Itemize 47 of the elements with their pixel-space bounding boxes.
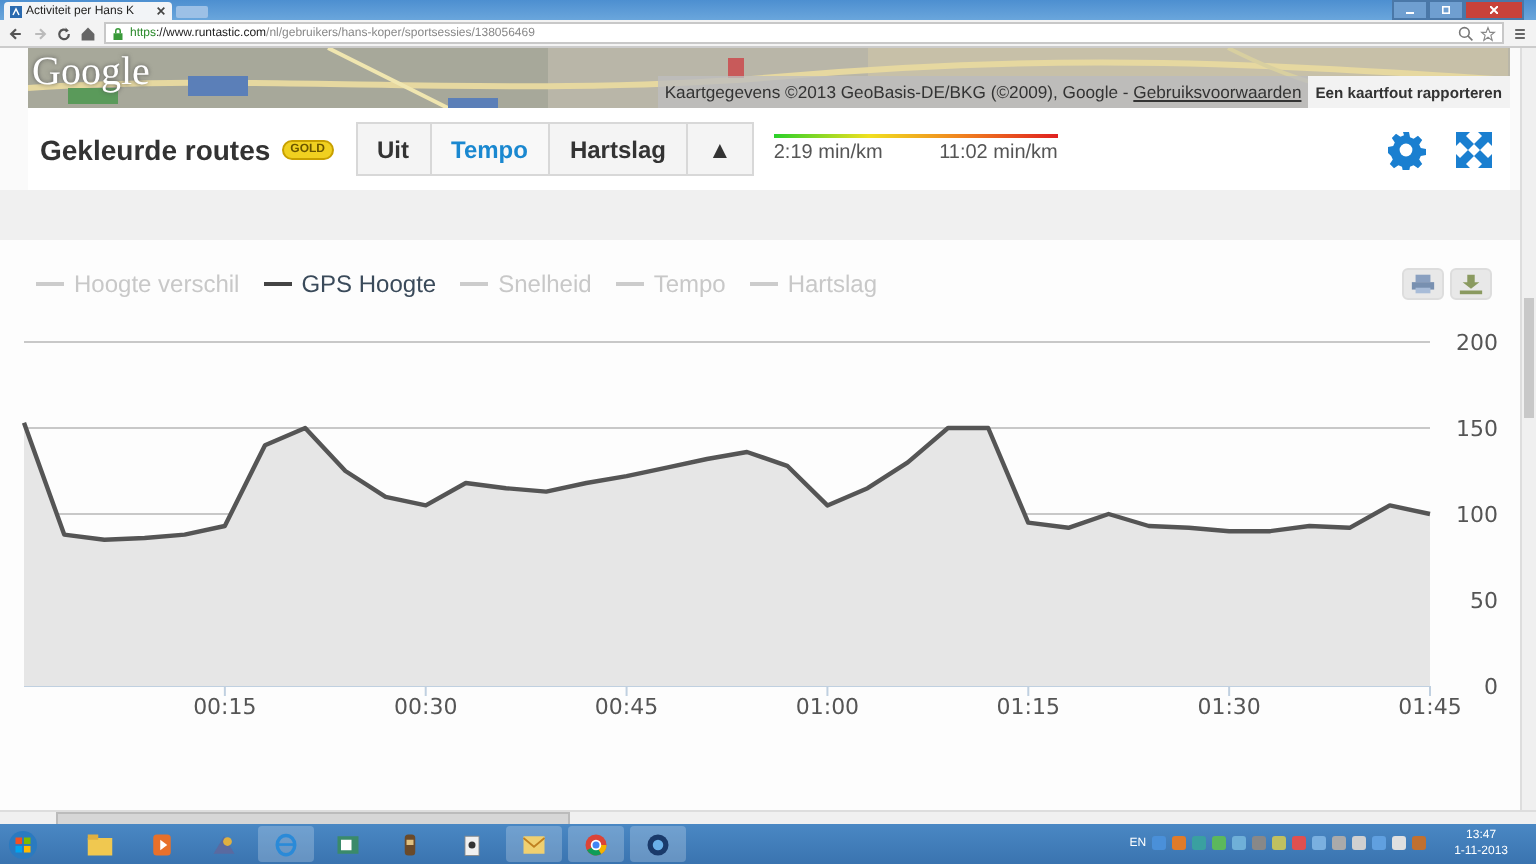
- download-button[interactable]: [1450, 268, 1492, 300]
- route-color-tab[interactable]: ▲: [685, 122, 754, 176]
- y-tick-label: 200: [1456, 330, 1498, 356]
- chrome-icon[interactable]: [568, 826, 624, 862]
- horizontal-scrollbar[interactable]: [0, 810, 1536, 824]
- reload-icon[interactable]: [56, 25, 72, 41]
- x-tick-label: 01:45: [1398, 694, 1462, 720]
- close-icon: [1490, 6, 1498, 14]
- scale-max-label: 11:02 min/km: [939, 142, 1058, 164]
- x-tick-label: 00:45: [594, 694, 659, 720]
- x-tick-label: 00:30: [394, 694, 458, 720]
- terms-link[interactable]: Gebruiksvoorwaarden: [1133, 82, 1302, 102]
- scale-min-label: 2:19 min/km: [773, 142, 883, 164]
- home-icon[interactable]: [80, 25, 96, 41]
- mail-icon[interactable]: [506, 826, 562, 862]
- vertical-scrollbar[interactable]: [1520, 48, 1536, 810]
- x-tick-label: 00:15: [193, 694, 257, 720]
- y-tick-label: 0: [1484, 674, 1498, 700]
- legend-item[interactable]: GPS Hoogte: [263, 270, 437, 298]
- fullscreen-icon[interactable]: [1454, 129, 1494, 169]
- zoom-icon[interactable]: [1458, 25, 1474, 41]
- back-icon[interactable]: [8, 25, 24, 41]
- route-color-tab[interactable]: Tempo: [429, 122, 550, 176]
- route-color-tab[interactable]: Hartslag: [547, 122, 688, 176]
- map-attribution: Kaartgegevens ©2013 GeoBasis-DE/BKG (©2009), Google - Gebruiksvoorwaarden: [658, 76, 1308, 108]
- start-button[interactable]: [8, 829, 38, 859]
- x-tick-label: 01:00: [795, 694, 860, 720]
- x-tick-label: 01:30: [1197, 694, 1261, 720]
- google-logo: Google: [32, 50, 150, 94]
- maximize-button[interactable]: [1428, 0, 1464, 20]
- print-button[interactable]: [1402, 268, 1444, 300]
- menu-icon[interactable]: [1512, 25, 1528, 41]
- minimize-icon: [1406, 6, 1414, 14]
- settings-icon[interactable]: [1386, 129, 1426, 169]
- route-colors-title: Gekleurde routes: [40, 133, 271, 165]
- minimize-button[interactable]: [1392, 0, 1428, 20]
- star-icon[interactable]: [1480, 25, 1496, 41]
- maximize-icon: [1442, 6, 1450, 14]
- y-tick-label: 50: [1470, 588, 1498, 614]
- camera-icon[interactable]: [630, 826, 686, 862]
- y-tick-label: 100: [1456, 502, 1498, 528]
- x-tick-label: 01:15: [996, 694, 1060, 720]
- close-icon[interactable]: [156, 6, 166, 16]
- close-button[interactable]: [1464, 0, 1524, 20]
- lock-icon: [112, 27, 124, 39]
- y-tick-label: 150: [1456, 416, 1498, 442]
- route-color-tab[interactable]: Uit: [355, 122, 431, 176]
